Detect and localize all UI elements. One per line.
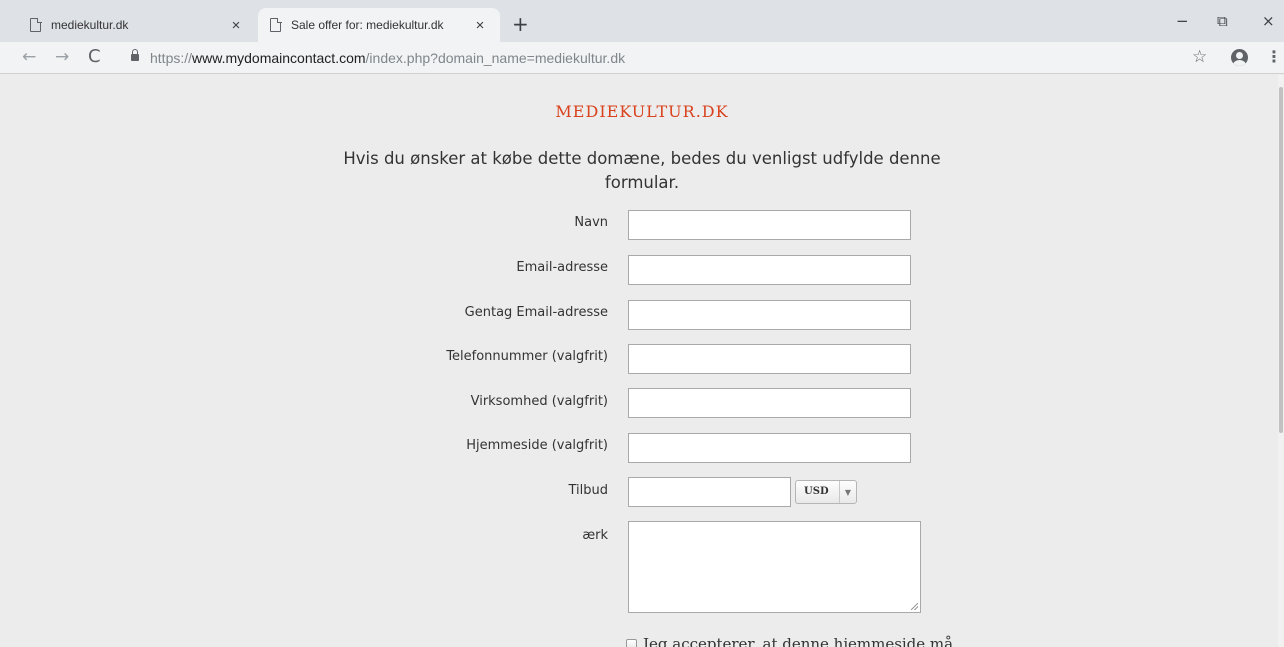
currency-select[interactable]: USD ▼ bbox=[795, 480, 857, 504]
email-input[interactable] bbox=[628, 255, 911, 285]
offer-input[interactable] bbox=[628, 477, 791, 507]
url-host: www.mydomaincontact.com bbox=[192, 50, 366, 66]
email-repeat-label: Gentag Email-adresse bbox=[464, 305, 608, 320]
url-prefix: https:// bbox=[150, 50, 193, 66]
intro-text: Hvis du ønsker at købe dette domæne, bed… bbox=[343, 149, 941, 192]
scrollbar[interactable] bbox=[1278, 75, 1284, 647]
name-label: Navn bbox=[574, 215, 608, 230]
document-icon bbox=[30, 17, 42, 32]
back-arrow-icon[interactable]: ← bbox=[22, 47, 36, 67]
website-label: Hjemmeside (valgfrit) bbox=[466, 438, 608, 453]
phone-input[interactable] bbox=[628, 344, 911, 374]
tab-close-icon[interactable]: × bbox=[226, 17, 246, 34]
website-input[interactable] bbox=[628, 433, 911, 463]
email-label: Email-adresse bbox=[516, 260, 608, 275]
tab-mediekultur[interactable]: mediekultur.dk × bbox=[18, 8, 256, 42]
message-textarea[interactable] bbox=[628, 521, 921, 613]
close-window-icon[interactable]: × bbox=[1262, 12, 1275, 30]
phone-label: Telefonnummer (valgfrit) bbox=[446, 349, 608, 364]
url-path: /index.php?domain_name=mediekultur.dk bbox=[365, 50, 626, 66]
page-content: MEDIEKULTUR.DK Hvis du ønsker at købe de… bbox=[0, 75, 1278, 647]
name-input[interactable] bbox=[628, 210, 911, 240]
company-input[interactable] bbox=[628, 388, 911, 418]
offer-label: Tilbud bbox=[568, 483, 608, 498]
document-icon bbox=[270, 17, 282, 32]
tab-sale-offer[interactable]: Sale offer for: mediekultur.dk × bbox=[258, 8, 500, 42]
minimize-icon[interactable]: − bbox=[1176, 12, 1189, 30]
profile-icon[interactable] bbox=[1231, 49, 1248, 66]
currency-value: USD bbox=[804, 486, 829, 497]
message-label: ærk bbox=[582, 528, 608, 543]
consent-row: Jeg accepterer, at denne hjemmeside må bbox=[626, 635, 953, 647]
site-title: MEDIEKULTUR.DK bbox=[555, 102, 729, 121]
address-bar[interactable]: https://www.mydomaincontact.com/index.ph… bbox=[150, 50, 625, 66]
browser-toolbar: ← → C https://www.mydomaincontact.com/in… bbox=[0, 42, 1284, 74]
email-repeat-input[interactable] bbox=[628, 300, 911, 330]
consent-checkbox[interactable] bbox=[626, 639, 637, 647]
chevron-down-icon: ▼ bbox=[839, 481, 856, 503]
company-label: Virksomhed (valgfrit) bbox=[470, 394, 608, 409]
browser-menu-icon[interactable]: ⋮ bbox=[1266, 47, 1282, 66]
new-tab-button[interactable]: + bbox=[512, 14, 529, 34]
consent-text: Jeg accepterer, at denne hjemmeside må bbox=[643, 635, 954, 647]
tab-close-icon[interactable]: × bbox=[470, 17, 490, 34]
forward-arrow-icon[interactable]: → bbox=[55, 47, 69, 67]
tab-title: Sale offer for: mediekultur.dk bbox=[291, 18, 444, 32]
restore-icon[interactable]: ⧉ bbox=[1217, 12, 1228, 30]
scrollbar-thumb[interactable] bbox=[1279, 87, 1283, 433]
lock-icon[interactable] bbox=[131, 49, 139, 61]
tab-title: mediekultur.dk bbox=[51, 18, 129, 32]
tab-strip: mediekultur.dk × Sale offer for: medieku… bbox=[0, 0, 1284, 42]
reload-icon[interactable]: C bbox=[88, 47, 101, 67]
bookmark-star-icon[interactable]: ☆ bbox=[1192, 47, 1207, 67]
resize-grip-icon[interactable] bbox=[911, 603, 918, 610]
